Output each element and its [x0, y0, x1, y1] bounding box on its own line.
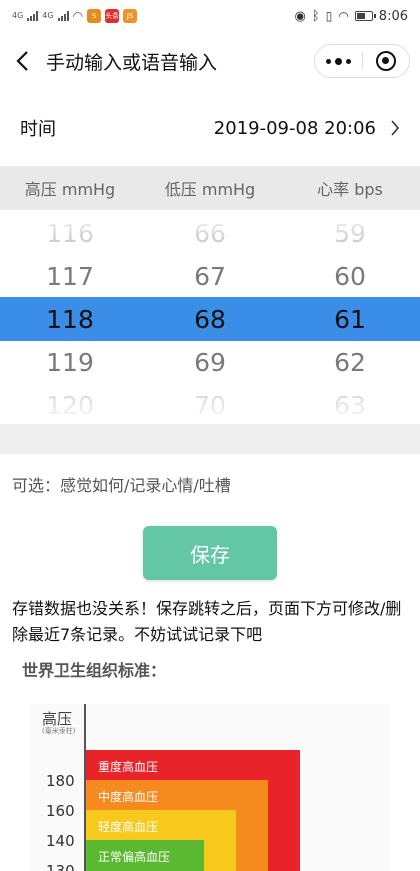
back-button[interactable]: [0, 32, 44, 90]
signal-icon: [27, 11, 39, 21]
more-button[interactable]: [315, 45, 362, 77]
tip-text: 存错数据也没关系！保存跳转之后，页面下方可修改/删除最近7条记录。不妨试试记录下…: [12, 599, 402, 644]
picker-option[interactable]: 120: [0, 384, 140, 424]
save-button[interactable]: 保存: [143, 526, 277, 580]
picker-option[interactable]: 67: [140, 255, 280, 298]
chart-band-label: 轻度高血压: [98, 820, 159, 834]
status-bar: 4G 4G ◠ S 头条 JS ◉ ᛒ ▯ ◠ 8:06: [0, 0, 420, 32]
picker-option[interactable]: 63: [280, 384, 420, 424]
bluetooth-icon: ᛒ: [311, 8, 320, 24]
who-standard-title: 世界卫生组织标准：: [22, 661, 167, 680]
s-app-icon: S: [87, 9, 102, 23]
picker-option[interactable]: 62: [280, 341, 420, 384]
header-heart-rate: 心率 bps: [317, 180, 383, 199]
picker-column-diastolic[interactable]: 66 67 68 69 70: [140, 212, 280, 424]
chart-band: 正常偏高血压: [86, 840, 204, 871]
time-value: 2019-09-08 20:06: [213, 117, 376, 139]
picker-header: 高压 mmHg 低压 mmHg 心率 bps: [0, 166, 420, 210]
page-title: 手动输入或语音输入: [46, 51, 218, 74]
battery-icon: [354, 11, 376, 21]
vibrate-icon: ▯: [325, 9, 333, 23]
picker-option[interactable]: 70: [140, 384, 280, 424]
chart-y-tick: 180: [46, 772, 75, 790]
network-type-1: 4G: [12, 11, 24, 20]
signal-icon-2: [57, 11, 69, 21]
eye-icon: ◉: [294, 8, 306, 24]
wifi-icon: ◠: [72, 9, 84, 23]
app-badge-icon-2: JS: [123, 9, 138, 23]
picker-column-systolic[interactable]: 116 117 118 119 120: [0, 212, 140, 424]
picker-option[interactable]: 69: [140, 341, 280, 384]
chart-y-tick: 140: [46, 832, 75, 850]
picker-option-selected[interactable]: 118: [0, 298, 140, 341]
more-icon: [325, 57, 351, 65]
blood-pressure-chart: 重度高血压 中度高血压 轻度高血压 正常偏高血压 高压 (毫米汞柱) 180 160 14…: [30, 704, 390, 871]
chart-band-label: 重度高血压: [98, 760, 159, 774]
chart-y-unit: (毫米汞柱): [42, 727, 76, 735]
note-input[interactable]: 可选：感觉如何/记录心情/吐槽: [0, 454, 420, 514]
nav-bar: 手动输入或语音输入: [0, 32, 420, 90]
time-row[interactable]: 时间 2019-09-08 20:06: [0, 90, 420, 166]
value-picker: 116 117 118 119 120 66 67 68 69 70 59 60…: [0, 210, 420, 424]
chart-y-tick: 160: [46, 802, 75, 820]
clock: 8:06: [378, 8, 408, 24]
chart-y-axis: [84, 704, 86, 871]
chevron-right-icon: [391, 120, 400, 136]
save-section: 保存 存错数据也没关系！保存跳转之后，页面下方可修改/删除最近7条记录。不妨试试…: [0, 514, 420, 871]
miniprogram-capsule: [314, 44, 410, 78]
picker-option[interactable]: 119: [0, 341, 140, 384]
section-gap: [0, 424, 420, 454]
network-type-2: 4G: [42, 11, 54, 20]
target-icon: [375, 51, 396, 71]
picker-option[interactable]: 117: [0, 255, 140, 298]
picker-option-selected[interactable]: 68: [140, 298, 280, 341]
close-miniprogram-button[interactable]: [363, 45, 410, 77]
chart-band-label: 正常偏高血压: [98, 850, 171, 864]
app-badge-icon: 头条: [105, 9, 120, 23]
chart-band-label: 中度高血压: [98, 790, 159, 804]
picker-option[interactable]: 66: [140, 212, 280, 255]
chart-y-tick: 130: [46, 862, 75, 871]
header-systolic: 高压 mmHg: [24, 180, 116, 199]
chevron-left-icon: [16, 51, 28, 71]
picker-option[interactable]: 116: [0, 212, 140, 255]
note-placeholder: 可选：感觉如何/记录心情/吐槽: [12, 476, 231, 495]
picker-column-heart-rate[interactable]: 59 60 61 62 63: [280, 212, 420, 424]
wifi-status-icon: ◠: [338, 9, 349, 23]
status-right: ◉ ᛒ ▯ ◠ 8:06: [295, 9, 408, 24]
picker-option[interactable]: 60: [280, 255, 420, 298]
header-diastolic: 低压 mmHg: [164, 180, 256, 199]
picker-option[interactable]: 59: [280, 212, 420, 255]
status-left: 4G 4G ◠ S 头条 JS: [12, 9, 138, 23]
picker-option-selected[interactable]: 61: [280, 298, 420, 341]
time-label: 时间: [20, 119, 56, 140]
